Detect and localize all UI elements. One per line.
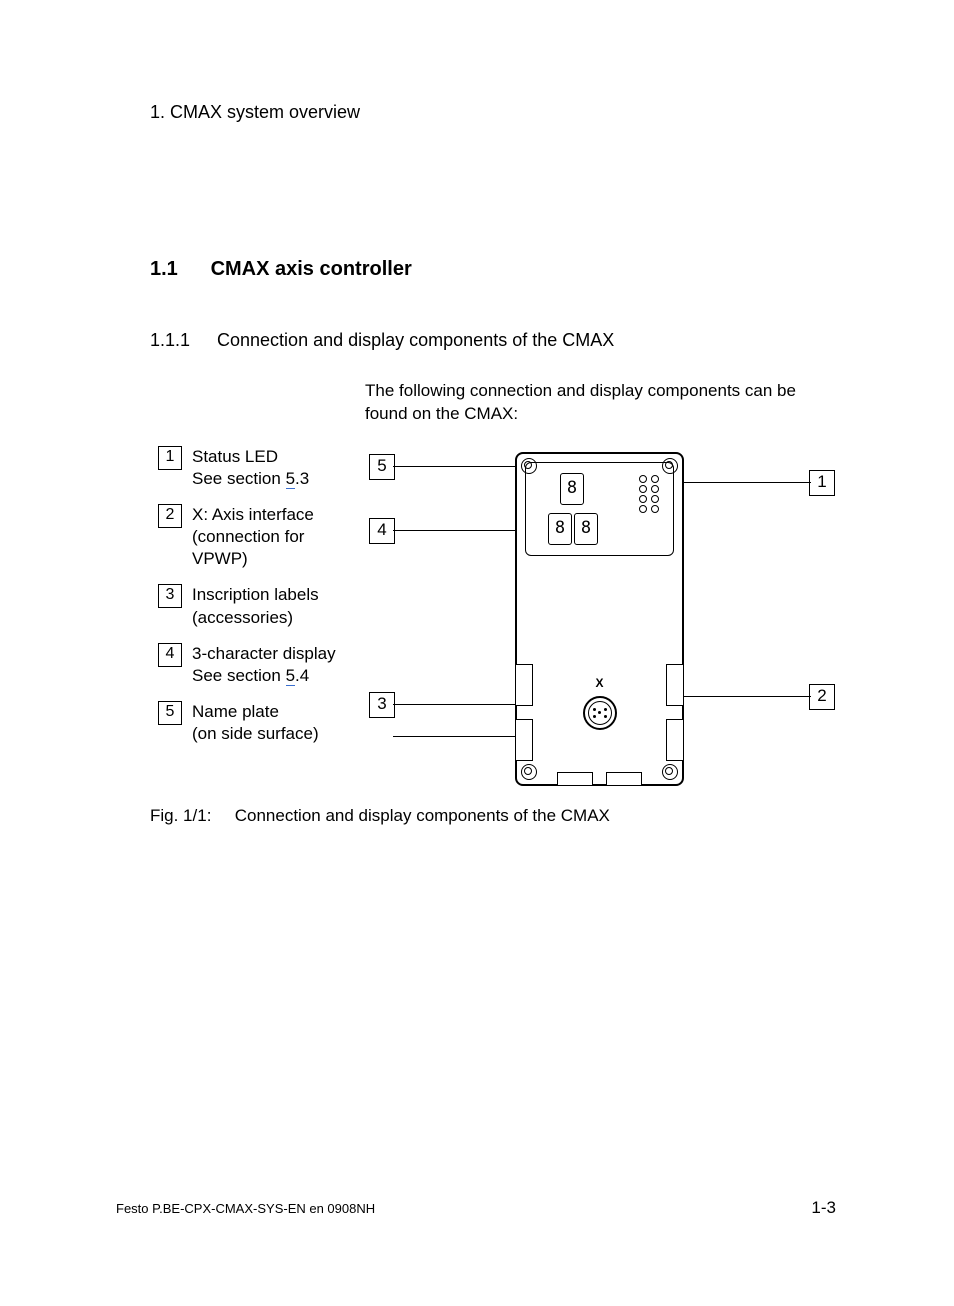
legend-item: 4 3-character display See section 5.4 xyxy=(158,643,358,687)
callout-box: 3 xyxy=(369,692,395,718)
legend-text: X: Axis interface (connection for VPWP) xyxy=(192,504,358,570)
figure-caption: Fig. 1/1: Connection and display compone… xyxy=(150,806,610,826)
callout-box: 2 xyxy=(809,684,835,710)
subsection-title: Connection and display components of the… xyxy=(217,330,614,350)
legend-text: 3-character display See section 5.4 xyxy=(192,643,358,687)
cross-reference-link[interactable]: 5 xyxy=(286,469,295,489)
screw-icon xyxy=(521,764,537,780)
label-slot-icon xyxy=(515,719,533,761)
legend-number-box: 5 xyxy=(158,701,182,725)
label-slot-icon xyxy=(557,772,593,786)
device-body: 8 8 8 X xyxy=(515,452,684,786)
legend-text: Status LED See section 5.3 xyxy=(192,446,358,490)
led-icon xyxy=(639,505,647,513)
status-led-block xyxy=(639,475,659,515)
led-icon xyxy=(651,475,659,483)
label-slot-icon xyxy=(666,664,684,706)
led-icon xyxy=(639,485,647,493)
legend-number-box: 1 xyxy=(158,446,182,470)
led-icon xyxy=(651,485,659,493)
led-icon xyxy=(639,475,647,483)
seven-segment-icon: 8 xyxy=(548,513,572,545)
label-slot-icon xyxy=(606,772,642,786)
subsection-number: 1.1.1 xyxy=(150,330,212,351)
section-number: 1.1 xyxy=(150,258,205,281)
legend-number-box: 3 xyxy=(158,584,182,608)
callout-box: 4 xyxy=(369,518,395,544)
connector-icon xyxy=(583,696,617,730)
legend-text: Name plate (on side surface) xyxy=(192,701,358,745)
subsection-heading: 1.1.1 Connection and display components … xyxy=(150,330,614,351)
section-title: CMAX axis controller xyxy=(211,258,412,280)
legend-item: 5 Name plate (on side surface) xyxy=(158,701,358,745)
legend-number-box: 4 xyxy=(158,643,182,667)
legend-number-box: 2 xyxy=(158,504,182,528)
device-diagram: 5 4 3 1 2 8 8 8 X xyxy=(365,446,835,791)
callout-box: 1 xyxy=(809,470,835,496)
display-panel: 8 8 8 xyxy=(525,462,674,556)
connector-label: X xyxy=(595,676,603,690)
seven-segment-icon: 8 xyxy=(574,513,598,545)
callout-line xyxy=(393,466,523,467)
seven-segment-icon: 8 xyxy=(560,473,584,505)
figure-legend: 1 Status LED See section 5.3 2 X: Axis i… xyxy=(158,446,358,759)
screw-icon xyxy=(662,764,678,780)
legend-item: 2 X: Axis interface (connection for VPWP… xyxy=(158,504,358,570)
intro-paragraph: The following connection and display com… xyxy=(365,380,805,426)
cross-reference-link[interactable]: 5 xyxy=(286,666,295,686)
label-slot-icon xyxy=(666,719,684,761)
figure-caption-text: Connection and display components of the… xyxy=(235,806,610,825)
led-icon xyxy=(651,505,659,513)
led-icon xyxy=(651,495,659,503)
section-heading: 1.1 CMAX axis controller xyxy=(150,258,412,281)
callout-line xyxy=(393,736,517,737)
footer-doc-id: Festo P.BE-CPX-CMAX-SYS-EN en 0908NH xyxy=(116,1201,375,1216)
legend-text: Inscription labels (accessories) xyxy=(192,584,358,628)
footer-page-number: 1-3 xyxy=(811,1198,836,1218)
chapter-header: 1. CMAX system overview xyxy=(150,102,360,123)
label-slot-icon xyxy=(515,664,533,706)
legend-item: 1 Status LED See section 5.3 xyxy=(158,446,358,490)
led-icon xyxy=(639,495,647,503)
callout-line xyxy=(393,704,517,705)
figure-number: Fig. 1/1: xyxy=(150,806,230,826)
legend-item: 3 Inscription labels (accessories) xyxy=(158,584,358,628)
callout-box: 5 xyxy=(369,454,395,480)
